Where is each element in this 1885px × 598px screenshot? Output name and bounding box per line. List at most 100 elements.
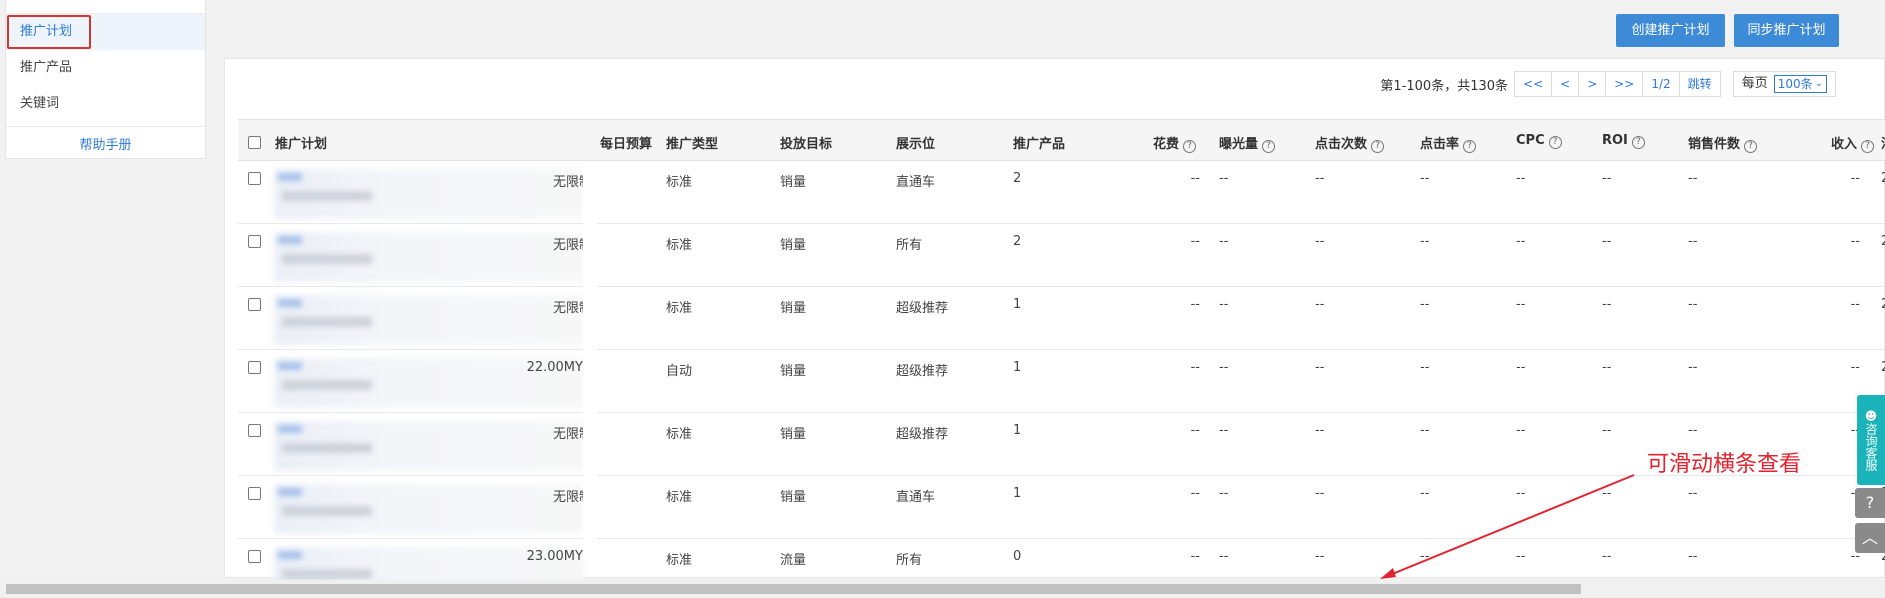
header-roi[interactable]: ROI? — [1602, 133, 1645, 149]
next-page-button[interactable]: > — [1579, 72, 1607, 96]
header-products[interactable]: 推广产品 — [1013, 133, 1065, 152]
question-icon[interactable]: ? — [1861, 140, 1875, 153]
select-all-checkbox[interactable] — [248, 136, 261, 149]
question-icon[interactable]: ? — [1183, 140, 1197, 153]
cell-cpc: -- — [1516, 549, 1526, 564]
per-page-value: 100条 — [1777, 77, 1813, 91]
horizontal-scrollbar[interactable] — [0, 580, 1885, 598]
cell-revenue: -- — [1850, 234, 1860, 249]
cell-impressions: -- — [1219, 486, 1229, 501]
question-icon[interactable]: ? — [1855, 488, 1885, 518]
table-row[interactable]: 无限制 标准 销量 直通车 2 -- -- -- -- -- -- -- -- 2 — [238, 161, 1885, 224]
row-checkbox[interactable] — [248, 172, 261, 185]
consult-label: 咨询客服 — [1864, 423, 1878, 471]
cell-type: 标准 — [666, 490, 693, 505]
header-revenue[interactable]: 收入? — [1831, 133, 1875, 153]
sidebar-item-products[interactable]: 推广产品 — [6, 50, 205, 86]
question-icon[interactable]: ? — [1371, 140, 1385, 153]
header-cost[interactable]: 花费? — [1153, 133, 1197, 153]
cell-clicks: -- — [1315, 360, 1325, 375]
last-page-button[interactable]: >> — [1606, 72, 1644, 96]
header-sales[interactable]: 销售件数? — [1688, 133, 1758, 153]
cell-impressions: -- — [1219, 360, 1229, 375]
row-checkbox[interactable] — [248, 235, 261, 248]
cell-placement: 所有 — [896, 238, 923, 253]
header-placement[interactable]: 展示位 — [896, 133, 935, 152]
cell-ctr: -- — [1420, 486, 1430, 501]
column-divider — [583, 161, 597, 561]
cell-impressions: -- — [1219, 171, 1229, 186]
cell-cost: -- — [1190, 360, 1200, 375]
sidebar-item-label: 推广产品 — [20, 60, 73, 75]
question-icon[interactable]: ? — [1262, 140, 1276, 153]
cell-placement: 超级推荐 — [896, 364, 949, 379]
question-icon[interactable]: ? — [1744, 140, 1758, 153]
cell-cost: -- — [1190, 171, 1200, 186]
chevron-up-icon[interactable]: ︿ — [1855, 523, 1885, 553]
cell-placement: 超级推荐 — [896, 427, 949, 442]
row-checkbox[interactable] — [248, 424, 261, 437]
table-row[interactable]: 无限制标准销量直通车1----------------2 — [238, 476, 1885, 539]
header-label: 花费 — [1153, 137, 1180, 152]
prev-page-button[interactable]: < — [1552, 72, 1580, 96]
question-icon[interactable]: ? — [1463, 140, 1477, 153]
cell-clicks: -- — [1315, 549, 1325, 564]
header-clicks[interactable]: 点击次数? — [1315, 133, 1385, 153]
header-ctr[interactable]: 点击率? — [1420, 133, 1477, 153]
sidebar-item-campaigns[interactable]: 推广计划 — [6, 14, 205, 50]
cell-products: 0 — [1013, 549, 1022, 564]
jump-button[interactable]: 跳转 — [1680, 72, 1720, 96]
cell-budget: 无限制 — [552, 427, 592, 442]
cell-placement: 超级推荐 — [896, 301, 949, 316]
header-impressions[interactable]: 曝光量? — [1219, 133, 1276, 153]
cell-cpc: -- — [1516, 234, 1526, 249]
header-label: 收入 — [1831, 137, 1858, 152]
cell-clicks: -- — [1315, 423, 1325, 438]
row-checkbox[interactable] — [248, 298, 261, 311]
header-label: 点击次数 — [1315, 137, 1368, 152]
cell-placement: 所有 — [896, 553, 923, 568]
create-campaign-button[interactable]: 创建推广计划 — [1616, 14, 1725, 47]
header-goal[interactable]: 投放目标 — [780, 133, 832, 152]
consult-service-button[interactable]: ☻咨询客服 — [1857, 395, 1885, 485]
cell-revenue: -- — [1850, 297, 1860, 312]
cell-roi: -- — [1602, 486, 1612, 501]
table-row[interactable]: 22.00MYR 自动 销量 超级推荐 1 -- -- -- -- -- -- -- -- 2 — [238, 350, 1885, 413]
per-page-select[interactable]: 100条 ⌄ — [1773, 75, 1827, 93]
cell-goal: 流量 — [780, 553, 807, 568]
cell-cost: -- — [1190, 486, 1200, 501]
pagination-controls: << < > >> 1/2 跳转 — [1514, 71, 1721, 97]
header-cpc[interactable]: CPC? — [1516, 133, 1562, 149]
question-icon[interactable]: ? — [1548, 136, 1562, 149]
cell-roi: -- — [1602, 297, 1612, 312]
cell-impressions: -- — [1219, 234, 1229, 249]
header-label: 点击率 — [1420, 137, 1460, 152]
scrollbar-thumb[interactable] — [6, 584, 1581, 594]
row-checkbox[interactable] — [248, 487, 261, 500]
help-manual-link[interactable]: 帮助手册 — [6, 126, 205, 164]
cell-sales: -- — [1688, 360, 1698, 375]
cell-revenue: -- — [1850, 171, 1860, 186]
sync-campaign-button[interactable]: 同步推广计划 — [1734, 14, 1839, 47]
cell-budget: 22.00MYR — [526, 360, 592, 375]
sidebar-item-keywords[interactable]: 关键词 — [6, 86, 205, 122]
cell-cpc: -- — [1516, 171, 1526, 186]
highlight-box — [7, 15, 91, 49]
cell-products: 2 — [1013, 234, 1022, 249]
table-row[interactable]: 无限制 标准 销量 所有 2 -- -- -- -- -- -- -- -- 2 — [238, 224, 1885, 287]
row-checkbox[interactable] — [248, 361, 261, 374]
cell-products: 1 — [1013, 360, 1022, 375]
header-name[interactable]: 推广计划 — [275, 133, 327, 152]
table-row[interactable]: 无限制标准销量超级推荐1----------------2 — [238, 287, 1885, 350]
header-budget[interactable]: 每日预算 — [600, 133, 652, 152]
cell-cut: 2 — [1881, 360, 1885, 375]
row-checkbox[interactable] — [248, 550, 261, 563]
cell-ctr: -- — [1420, 171, 1430, 186]
header-label: CPC — [1516, 133, 1545, 148]
cell-revenue: -- — [1850, 549, 1860, 564]
header-type[interactable]: 推广类型 — [666, 133, 718, 152]
question-icon[interactable]: ? — [1631, 136, 1645, 149]
first-page-button[interactable]: << — [1515, 72, 1553, 96]
cell-ctr: -- — [1420, 549, 1430, 564]
table-row[interactable]: 无限制标准销量超级推荐1----------------2 — [238, 413, 1885, 476]
